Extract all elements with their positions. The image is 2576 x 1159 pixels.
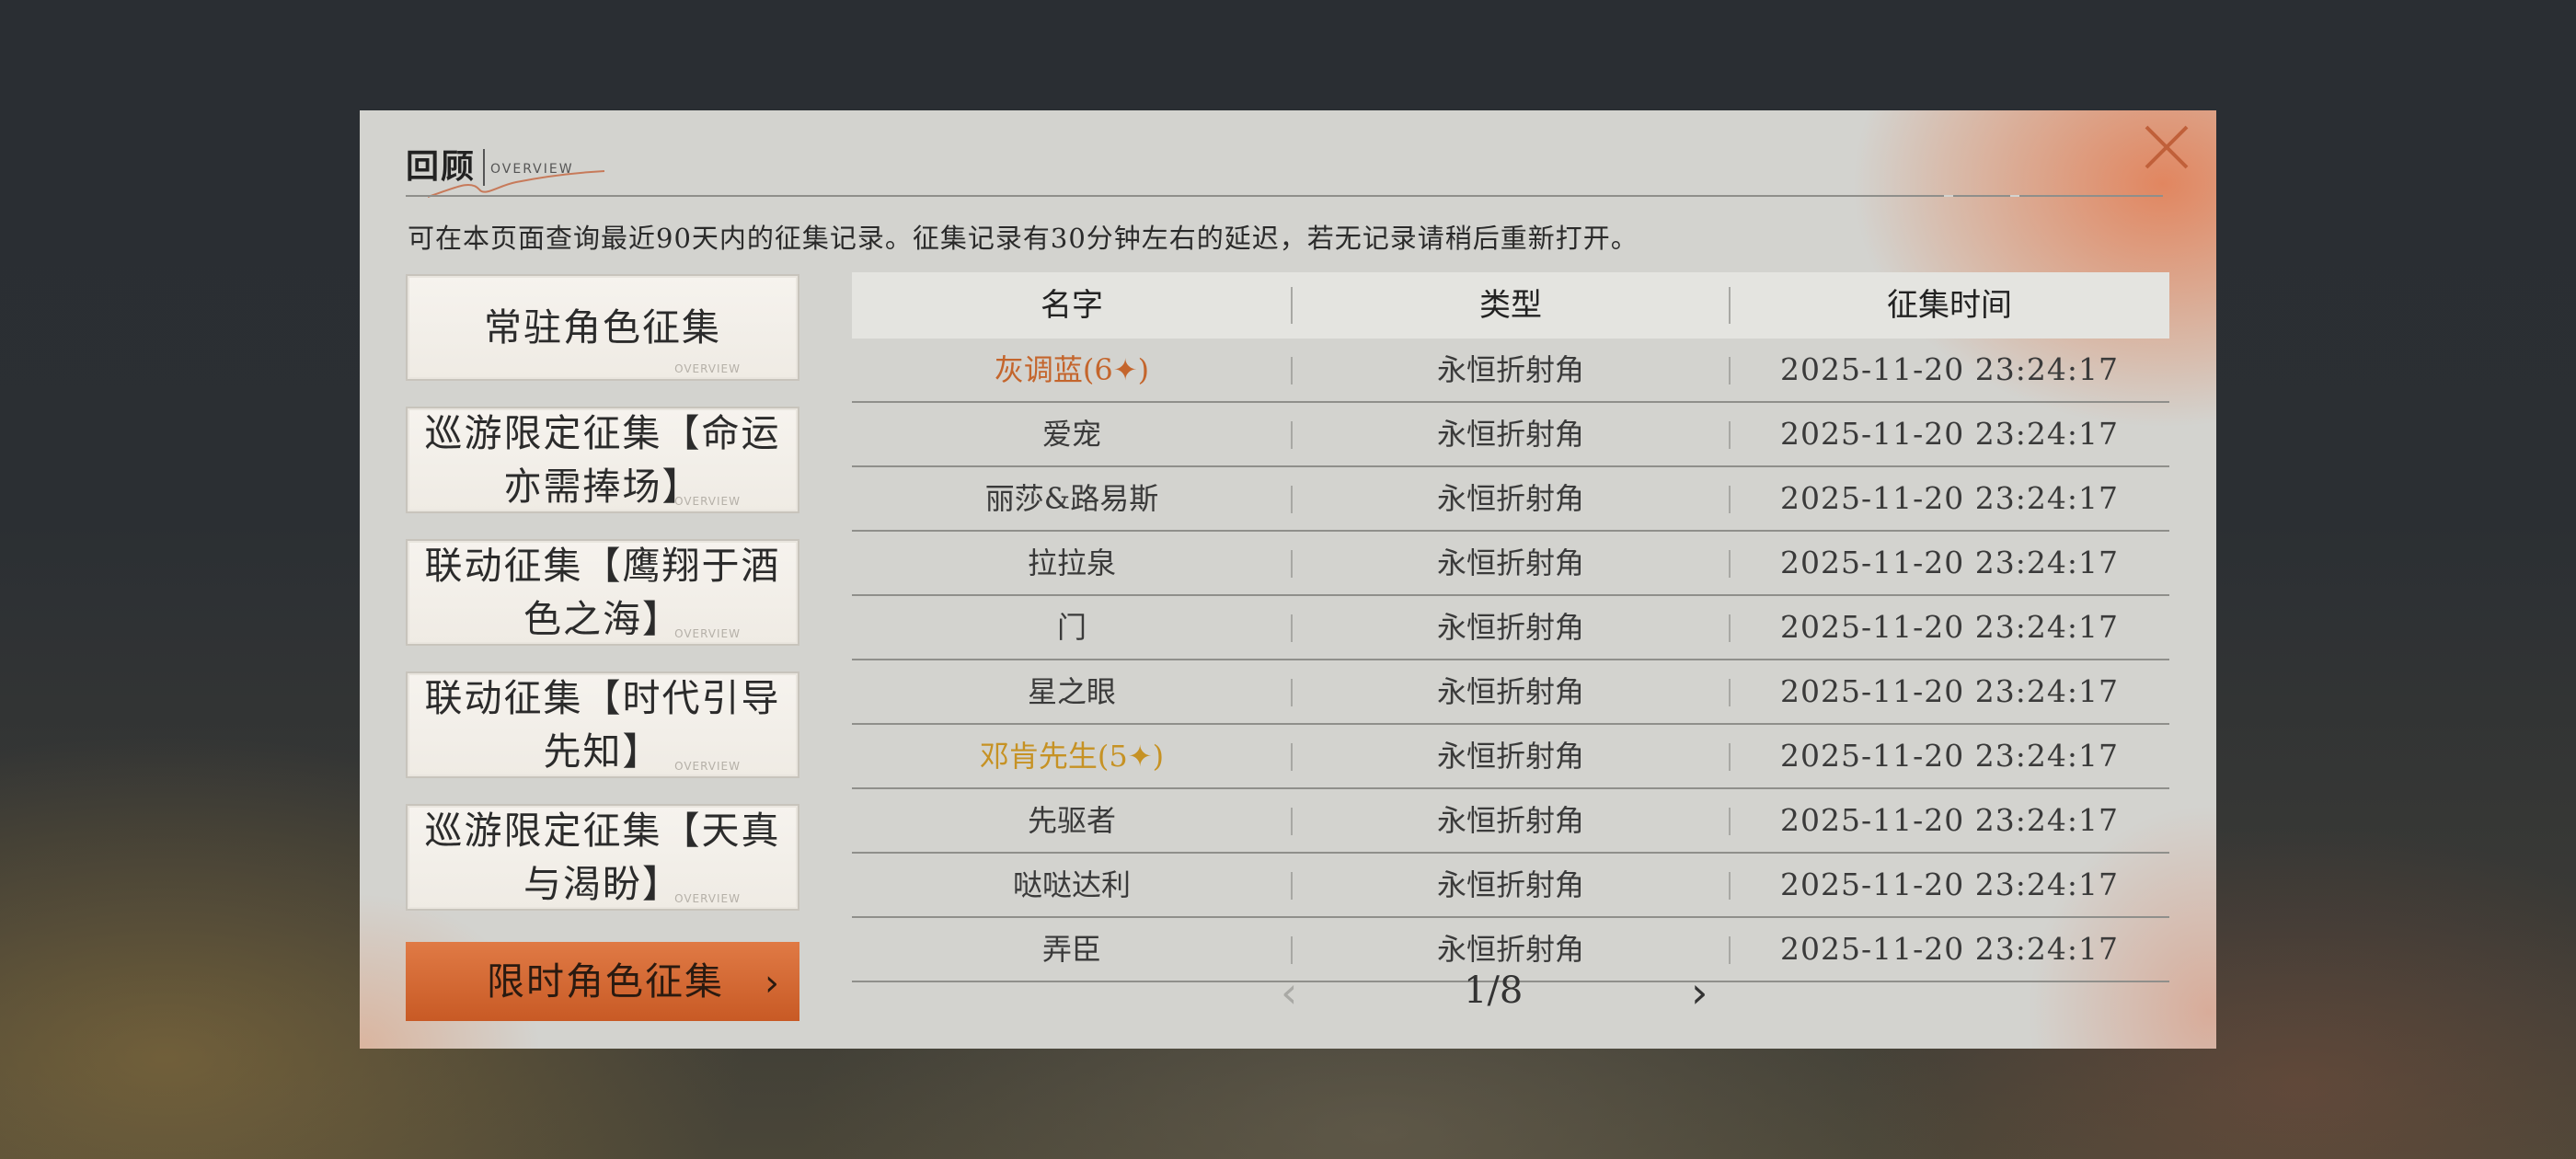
tab-timed-recruit[interactable]: 限时角色征集 › — [406, 942, 799, 1021]
tab-label: 常驻角色征集 — [484, 305, 721, 350]
table-row: 灰调蓝(6✦) 永恒折射角 2025-11-20 23:24:17 — [852, 339, 2169, 403]
cell-time: 2025-11-20 23:24:17 — [1780, 866, 2119, 902]
header-divider — [406, 195, 2163, 197]
cell-type: 永恒折射角 — [1436, 674, 1584, 709]
table-header: 名字 类型 征集时间 — [852, 272, 2169, 339]
cell-time: 2025-11-20 23:24:17 — [1780, 480, 2119, 516]
description-text: 可在本页面查询最近90天内的征集记录。征集记录有30分钟左右的延迟，若无记录请稍… — [408, 223, 1639, 254]
table-row: 爱宠 永恒折射角 2025-11-20 23:24:17 — [852, 403, 2169, 467]
cell-name: 先驱者 — [1027, 803, 1116, 838]
cell-time: 2025-11-20 23:24:17 — [1780, 351, 2119, 387]
cell-name: 哒哒达利 — [1012, 867, 1131, 902]
tab-overview-watermark: OVERVIEW — [674, 760, 741, 773]
table-row: 拉拉泉 永恒折射角 2025-11-20 23:24:17 — [852, 532, 2169, 596]
cell-name: 爱宠 — [1041, 417, 1101, 452]
column-divider — [1729, 287, 1731, 324]
cell-time: 2025-11-20 23:24:17 — [1780, 416, 2119, 452]
tab-overview-watermark: OVERVIEW — [674, 362, 741, 375]
header-time: 征集时间 — [1887, 287, 2012, 324]
cell-time: 2025-11-20 23:24:17 — [1780, 673, 2119, 709]
table-row: 星之眼 永恒折射角 2025-11-20 23:24:17 — [852, 660, 2169, 725]
table-row: 哒哒达利 永恒折射角 2025-11-20 23:24:17 — [852, 854, 2169, 918]
cell-type: 永恒折射角 — [1436, 417, 1584, 452]
page-indicator: 1/8 — [1464, 970, 1524, 1012]
tab-limited-recruit-1[interactable]: 巡游限定征集【命运亦需捧场】 OVERVIEW — [406, 407, 799, 513]
tab-label: 限时角色征集 — [487, 959, 724, 1004]
cell-name: 拉拉泉 — [1027, 545, 1116, 580]
cell-time: 2025-11-20 23:24:17 — [1780, 802, 2119, 838]
cell-time: 2025-11-20 23:24:17 — [1780, 545, 2119, 580]
tab-overview-watermark: OVERVIEW — [674, 627, 741, 640]
table-row: 门 永恒折射角 2025-11-20 23:24:17 — [852, 596, 2169, 660]
cell-type: 永恒折射角 — [1436, 803, 1584, 838]
chevron-left-icon[interactable]: ‹ — [1281, 968, 1297, 1017]
tab-overview-watermark: OVERVIEW — [674, 892, 741, 905]
tab-overview-watermark: OVERVIEW — [674, 495, 741, 508]
cell-name: 灰调蓝(6✦) — [994, 352, 1150, 387]
cell-name: 邓肯先生(5✦) — [979, 739, 1165, 774]
header-name: 名字 — [1041, 287, 1103, 324]
cell-name: 门 — [1056, 610, 1087, 645]
tab-standard-recruit[interactable]: 常驻角色征集 OVERVIEW — [406, 274, 799, 381]
chevron-right-icon[interactable]: › — [1691, 968, 1708, 1017]
cell-type: 永恒折射角 — [1436, 352, 1584, 387]
records-table: 名字 类型 征集时间 灰调蓝(6✦) 永恒折射角 2025-11-20 23:24:… — [852, 272, 2169, 982]
tab-collab-recruit-1[interactable]: 联动征集【鹰翔于酒色之海】 OVERVIEW — [406, 539, 799, 646]
chevron-right-icon: › — [765, 962, 779, 1004]
cell-type: 永恒折射角 — [1436, 545, 1584, 580]
close-icon[interactable] — [2137, 118, 2196, 177]
overview-dialog: 回顾 OVERVIEW 可在本页面查询最近90天内的征集记录。征集记录有30分钟… — [360, 110, 2216, 1049]
table-row: 丽莎&路易斯 永恒折射角 2025-11-20 23:24:17 — [852, 467, 2169, 532]
cell-type: 永恒折射角 — [1436, 867, 1584, 902]
cell-time: 2025-11-20 23:24:17 — [1780, 738, 2119, 774]
cell-type: 永恒折射角 — [1436, 610, 1584, 645]
table-row: 邓肯先生(5✦) 永恒折射角 2025-11-20 23:24:17 — [852, 725, 2169, 789]
table-row: 先驱者 永恒折射角 2025-11-20 23:24:17 — [852, 789, 2169, 854]
cell-name: 星之眼 — [1027, 674, 1116, 709]
table-body: 灰调蓝(6✦) 永恒折射角 2025-11-20 23:24:17 爱宠 永恒折射角 20… — [852, 339, 2169, 982]
pagination: ‹ 1/8 › — [852, 962, 2169, 1017]
tab-collab-recruit-2[interactable]: 联动征集【时代引导先知】 OVERVIEW — [406, 671, 799, 778]
tab-limited-recruit-2[interactable]: 巡游限定征集【天真与渴盼】 OVERVIEW — [406, 804, 799, 911]
cell-type: 永恒折射角 — [1436, 481, 1584, 516]
cell-time: 2025-11-20 23:24:17 — [1780, 609, 2119, 645]
column-divider — [1291, 287, 1293, 324]
cell-type: 永恒折射角 — [1436, 739, 1584, 774]
header-type: 类型 — [1479, 287, 1542, 324]
cell-name: 丽莎&路易斯 — [984, 481, 1159, 516]
